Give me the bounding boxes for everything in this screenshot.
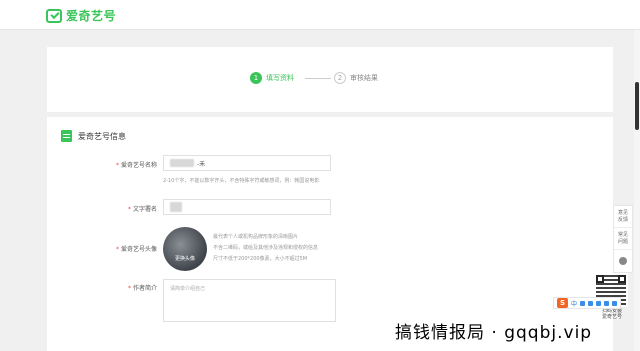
step-connector (305, 78, 331, 79)
signature-label: * 文字署名 (127, 206, 157, 213)
ime-tool-icon[interactable] (604, 300, 610, 306)
ime-tool-icon[interactable] (588, 300, 594, 306)
ime-mode[interactable]: 中 (571, 299, 577, 308)
logo[interactable]: 爱奇艺号 (46, 7, 116, 24)
bio-label: * 作者简介 (127, 285, 157, 292)
faq-button[interactable]: 常见 问题 (614, 228, 632, 250)
logo-text: 爱奇艺号 (66, 9, 117, 23)
signature-input[interactable] (163, 199, 331, 215)
blurred-text (170, 202, 182, 212)
ime-tool-icon[interactable] (596, 300, 602, 306)
name-hint: 2-10个字，不能以数字开头，不含特殊字符或敏感词，例：韩国说电影 (163, 178, 320, 184)
step-fill-info: 1 填写资料 (250, 72, 294, 84)
qr-caption: 扫码安装 爱奇艺号 (592, 308, 632, 320)
blurred-text (170, 159, 194, 167)
step-review-result: 2 审核结果 (334, 72, 378, 84)
settings-button[interactable] (614, 250, 632, 272)
avatar-label: * 爱奇艺号头像 (115, 246, 157, 253)
step-number: 1 (250, 72, 262, 84)
side-widget: 意见 反馈 常见 问题 (613, 205, 633, 273)
qr-finder (596, 275, 604, 283)
avatar-hint-3: 尺寸不低于200*200像素，大小不超过5M (213, 256, 308, 262)
name-input[interactable]: -禾 (163, 155, 331, 171)
bio-textarea[interactable]: 请简单介绍自己 (163, 279, 336, 322)
avatar-upload[interactable]: 更换头像 (163, 227, 207, 271)
steps-card: 1 填写资料 2 审核结果 (47, 47, 613, 112)
bio-placeholder: 请简单介绍自己 (170, 286, 206, 292)
ime-tool-icon[interactable] (580, 300, 586, 306)
watermark: 搞钱情报局 · gqqbj.vip (395, 323, 593, 343)
faq-label-1: 常见 (617, 232, 628, 238)
qr-finder (618, 275, 626, 283)
form-card: 爱奇艺号信息 * 爱奇艺号名称 -禾 2-10个字，不能以数字开头，不含特殊字符或… (47, 117, 613, 351)
feedback-button[interactable]: 意见 反馈 (614, 206, 632, 228)
check-box-icon (46, 8, 62, 23)
avatar-hint-2: 不含二维码，或给及其他涉及违规和侵权的信息 (213, 245, 319, 251)
step-number: 2 (334, 72, 346, 84)
ime-toolbar[interactable]: S 中 (553, 297, 622, 309)
gear-icon (619, 257, 627, 265)
avatar-overlay-text: 更换头像 (174, 256, 195, 262)
step-label: 填写资料 (266, 74, 294, 82)
feedback-label-2: 反馈 (617, 217, 628, 223)
step-label: 审核结果 (350, 74, 378, 82)
faq-label-2: 问题 (617, 239, 628, 245)
top-bar: 爱奇艺号 (0, 0, 640, 30)
name-value-suffix: -禾 (197, 160, 206, 168)
section-title: 爱奇艺号信息 (78, 131, 126, 141)
ime-tool-icon[interactable] (612, 300, 618, 306)
document-icon (61, 130, 72, 142)
avatar-hint-1: 最代表个人或机构品牌形象的清晰图片 (213, 234, 299, 240)
feedback-label-1: 意见 (617, 210, 628, 216)
scrollbar-thumb[interactable] (635, 82, 639, 130)
page-scrollbar[interactable] (634, 30, 640, 351)
section-header: 爱奇艺号信息 (61, 130, 126, 142)
sogou-ime-icon[interactable]: S (557, 298, 568, 308)
name-label: * 爱奇艺号名称 (115, 162, 157, 169)
qr-caption-2: 爱奇艺号 (601, 314, 622, 320)
